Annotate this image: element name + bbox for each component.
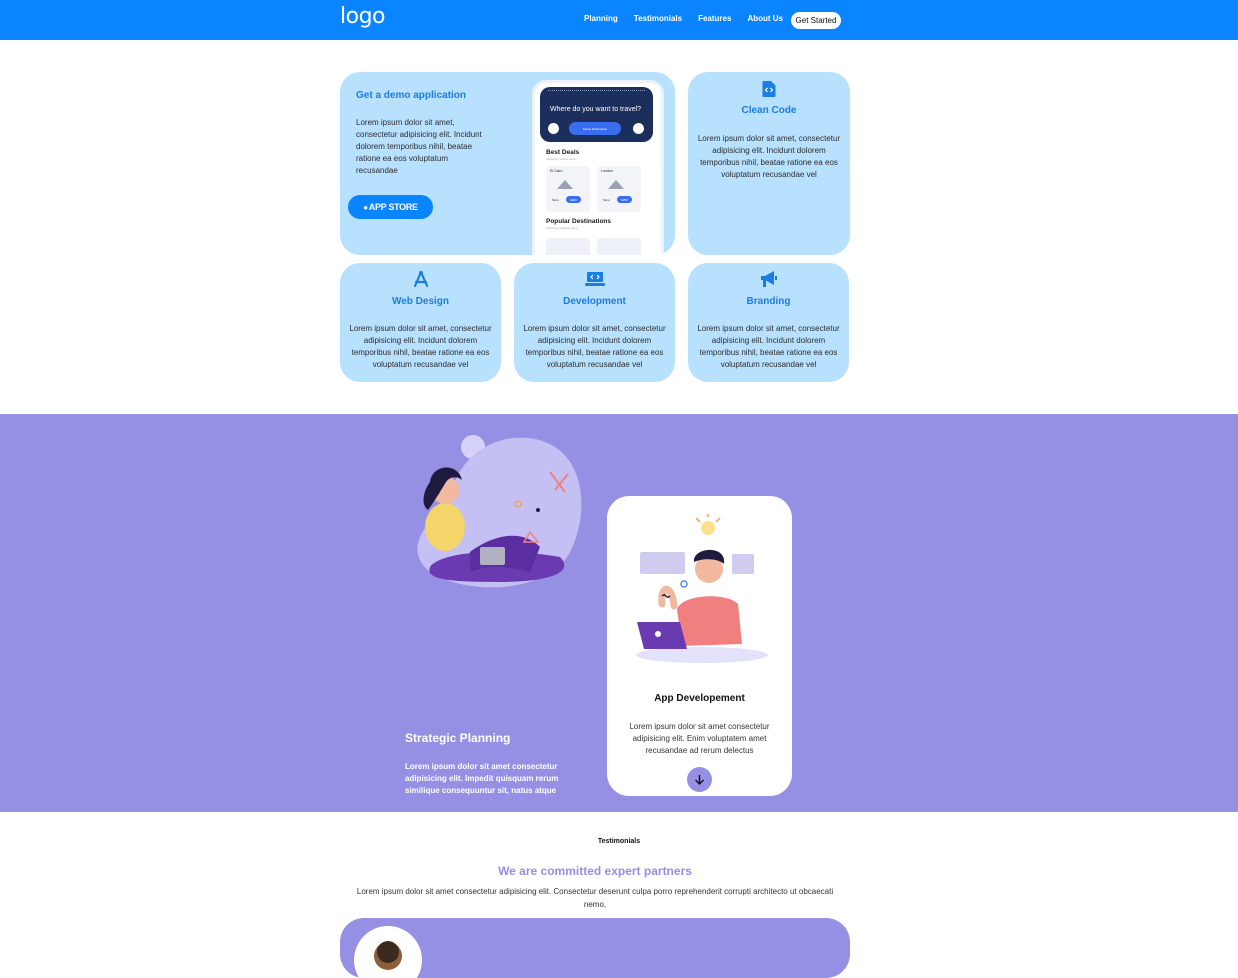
- design-compass-icon: [412, 270, 430, 293]
- logo[interactable]: logo: [340, 4, 386, 29]
- app-store-button[interactable]: ● APP STORE: [348, 195, 433, 219]
- demo-title: Get a demo application: [356, 90, 467, 101]
- nav-link-testimonials[interactable]: Testimonials: [634, 14, 682, 23]
- nav-link-features[interactable]: Features: [698, 14, 731, 23]
- card-title: Development: [563, 296, 626, 307]
- feature-card-web-design: Web Design Lorem ipsum dolor sit amet, c…: [340, 263, 501, 382]
- card-title: Clean Code: [741, 105, 797, 116]
- phone-best-deals-sub: Sorted by lowest price: [546, 157, 576, 161]
- arrow-down-button[interactable]: [687, 767, 712, 792]
- phone-deal-card: El Cairo More $200: [546, 166, 590, 212]
- deal-more: More: [603, 198, 610, 202]
- deal-name: London: [601, 169, 613, 173]
- feature-card-clean-code: Clean Code Lorem ipsum dolor sit amet, c…: [688, 72, 850, 255]
- planning-text: Lorem ipsum dolor sit amet consectetur a…: [405, 762, 559, 795]
- phone-header: Where do you want to travel? Select Dest…: [540, 87, 653, 142]
- testimonial-card: [340, 918, 850, 978]
- image-placeholder-icon: [608, 180, 624, 189]
- top-navbar: logo Planning Testimonials Features Abou…: [0, 0, 1238, 40]
- phone-destination-card: [546, 238, 590, 255]
- phone-search-icon: [633, 123, 644, 134]
- testimonials-text: Lorem ipsum dolor sit amet consectetur a…: [356, 887, 834, 909]
- phone-menu-icon: [548, 123, 559, 134]
- card-title: Web Design: [391, 296, 450, 307]
- phone-mockup: Where do you want to travel? Select Dest…: [532, 80, 664, 255]
- image-placeholder-icon: [557, 180, 573, 189]
- phone-status-bar: [548, 90, 645, 94]
- nav-link-about-us[interactable]: About Us: [747, 14, 783, 23]
- nav-link-planning[interactable]: Planning: [584, 14, 618, 23]
- planning-title: Strategic Planning: [405, 731, 511, 745]
- app-development-card: App Developement Lorem ipsum dolor sit a…: [607, 496, 792, 796]
- deal-price: $200: [566, 196, 581, 203]
- laptop-code-icon: [584, 272, 605, 291]
- file-code-icon: [762, 81, 776, 102]
- feature-card-development: Development Lorem ipsum dolor sit amet, …: [514, 263, 675, 382]
- phone-popular-sub: Sorted by highest rating: [546, 226, 578, 230]
- megaphone-icon: [760, 271, 778, 293]
- demo-text: Lorem ipsum dolor sit amet, consectetur …: [356, 118, 482, 175]
- get-started-button[interactable]: Get Started: [791, 12, 841, 29]
- card-text: Lorem ipsum dolor sit amet, consectetur …: [697, 134, 841, 179]
- demo-app-card: Get a demo application Lorem ipsum dolor…: [340, 72, 675, 255]
- avatar: [354, 926, 422, 978]
- phone-question: Where do you want to travel?: [550, 106, 642, 113]
- planning-section: Strategic Planning Lorem ipsum dolor sit…: [0, 414, 1238, 812]
- feature-card-branding: Branding Lorem ipsum dolor sit amet, con…: [688, 263, 849, 382]
- man-laptop-illustration: [636, 514, 768, 663]
- testimonials-label: Testimonials: [597, 838, 641, 845]
- deal-price: $250: [617, 196, 632, 203]
- nav-links: Planning Testimonials Features About Us: [584, 14, 783, 23]
- phone-popular: Popular Destinations: [546, 218, 612, 225]
- phone-deal-card: London More $250: [597, 166, 641, 212]
- card-text: Lorem ipsum dolor sit amet, consectetur …: [349, 324, 492, 369]
- apple-icon: ●: [363, 202, 368, 212]
- deal-name: El Cairo: [550, 169, 563, 173]
- arrow-down-icon: [695, 775, 704, 785]
- card-text: Lorem ipsum dolor sit amet, consectetur …: [697, 324, 840, 369]
- phone-destination-card: [597, 238, 641, 255]
- testimonials-heading: We are committed expert partners: [498, 864, 692, 878]
- card-title: Branding: [746, 296, 791, 307]
- app-dev-title: App Developement: [654, 693, 745, 704]
- app-dev-text: Lorem ipsum dolor sit amet consectetur a…: [629, 722, 770, 755]
- phone-destination-chip: Select Destination: [569, 122, 621, 135]
- phone-best-deals: Best Deals: [546, 149, 580, 156]
- app-store-label: APP STORE: [368, 202, 418, 212]
- deal-more: More: [552, 198, 559, 202]
- woman-laptop-illustration: [417, 435, 582, 588]
- card-text: Lorem ipsum dolor sit amet, consectetur …: [523, 324, 666, 369]
